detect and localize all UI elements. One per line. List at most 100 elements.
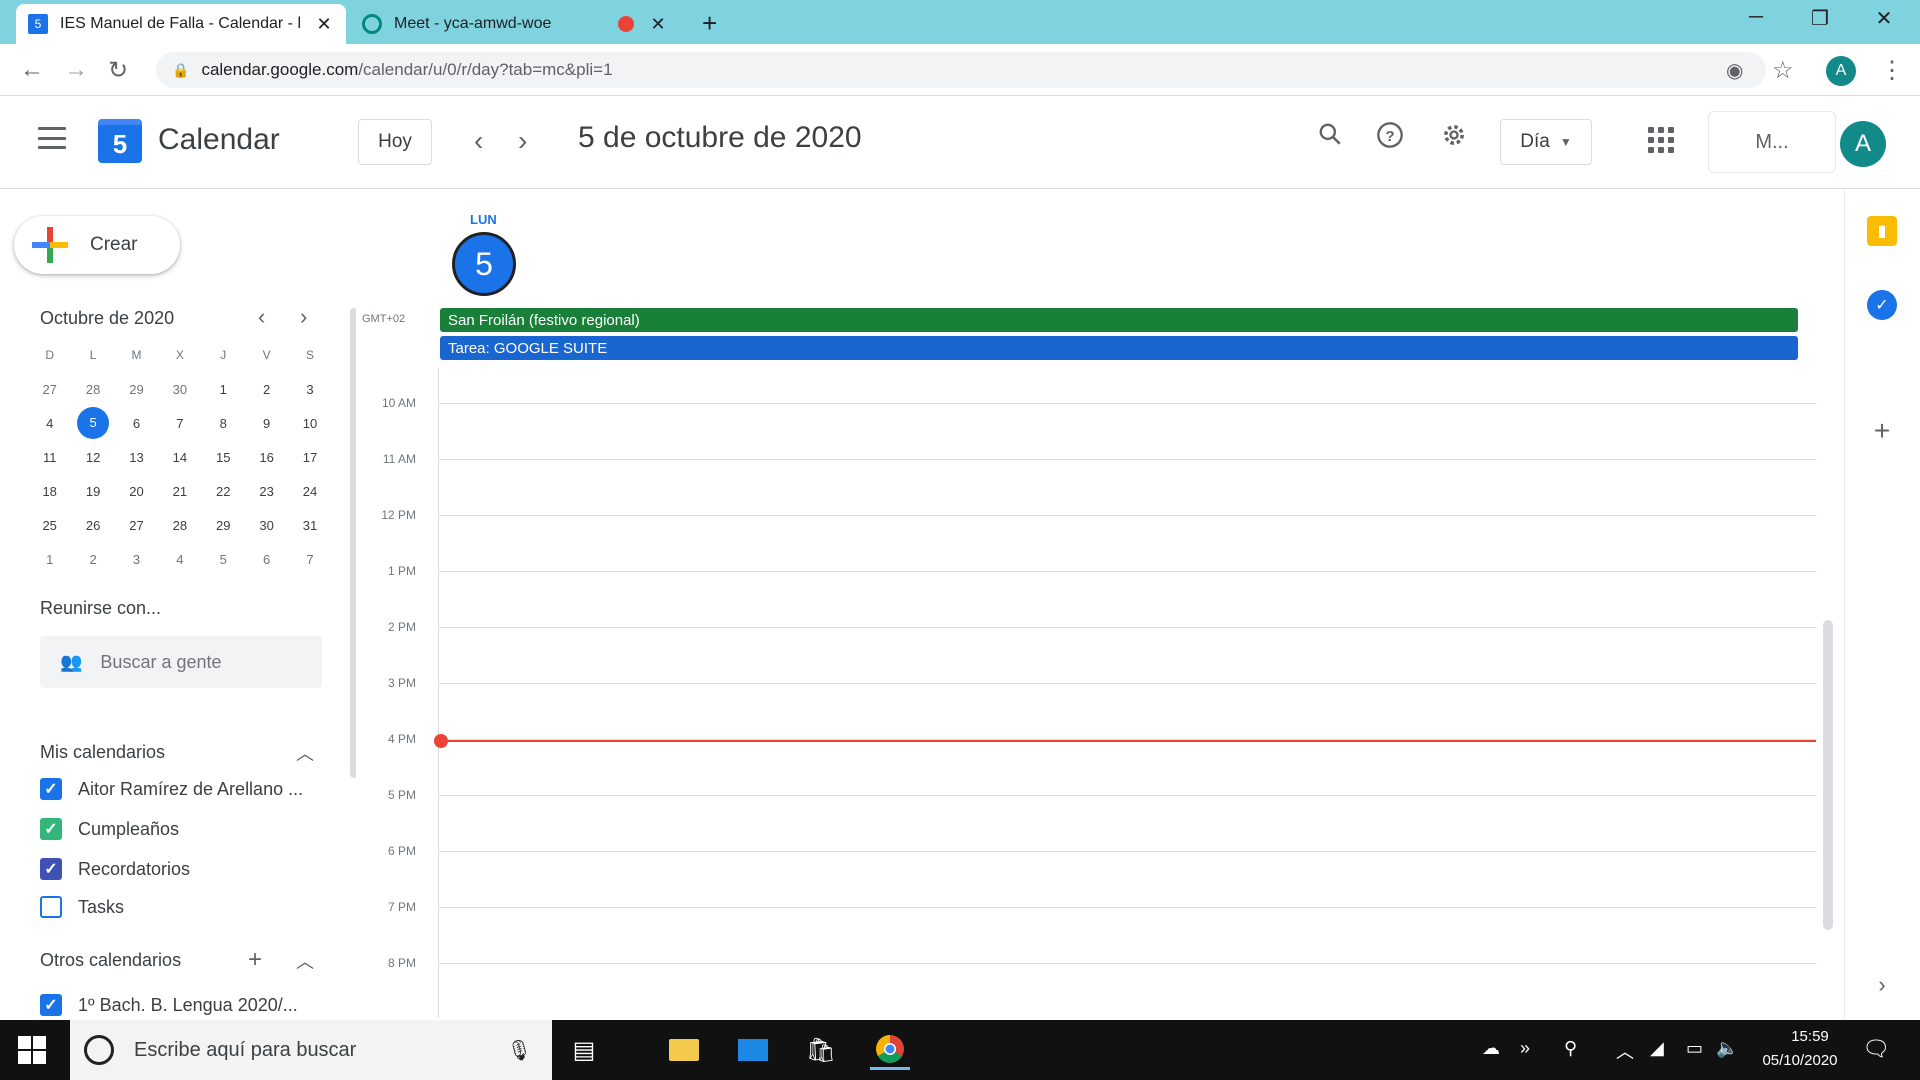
help-icon[interactable]: ? xyxy=(1370,121,1410,156)
action-center-icon[interactable]: 🗨 xyxy=(1862,1036,1890,1062)
mini-day[interactable]: 30 xyxy=(158,382,201,397)
keep-icon[interactable]: ▮ xyxy=(1867,216,1897,246)
mini-day[interactable]: 26 xyxy=(71,518,114,533)
calendar-item[interactable]: Tasks xyxy=(40,896,124,918)
calendar-item[interactable]: ✓ Aitor Ramírez de Arellano ... xyxy=(40,778,303,800)
mini-day[interactable]: 31 xyxy=(288,518,331,533)
sidebar-scrollbar[interactable] xyxy=(350,308,356,778)
browser-menu-icon[interactable]: ⋮ xyxy=(1880,56,1904,85)
address-bar[interactable]: 🔒 calendar.google.com /calendar/u/0/r/da… xyxy=(156,52,1766,88)
calendar-item[interactable]: ✓ Cumpleaños xyxy=(40,818,179,840)
search-icon[interactable] xyxy=(1310,121,1350,154)
mini-day[interactable]: 5 xyxy=(202,552,245,567)
today-button[interactable]: Hoy xyxy=(358,119,432,165)
calendar-item[interactable]: ✓ 1º Bach. B. Lengua 2020/... xyxy=(40,994,298,1016)
mini-day[interactable]: 27 xyxy=(115,518,158,533)
mini-day[interactable]: 11 xyxy=(28,450,71,465)
settings-gear-icon[interactable] xyxy=(1434,121,1474,156)
people-search-input[interactable]: 👥 Buscar a gente xyxy=(40,636,322,688)
mini-day[interactable]: 3 xyxy=(115,552,158,567)
file-explorer-icon[interactable] xyxy=(664,1030,704,1070)
eye-icon[interactable]: ◉ xyxy=(1726,58,1743,83)
checkbox-checked-icon[interactable]: ✓ xyxy=(40,994,62,1016)
view-selector[interactable]: Día ▼ xyxy=(1500,119,1592,165)
tab-close-icon[interactable]: ✕ xyxy=(648,14,668,35)
mini-day[interactable]: 6 xyxy=(245,552,288,567)
day-time-grid[interactable] xyxy=(438,368,1818,1018)
add-addon-icon[interactable]: + xyxy=(1867,415,1897,446)
mini-day[interactable]: 29 xyxy=(115,382,158,397)
create-button[interactable]: Crear xyxy=(14,216,180,274)
mini-day[interactable]: 4 xyxy=(158,552,201,567)
account-avatar[interactable]: A xyxy=(1840,121,1886,167)
tasks-icon[interactable]: ✓ xyxy=(1867,290,1897,320)
collapse-my-calendars-icon[interactable]: ︿ xyxy=(296,740,314,766)
mini-day[interactable]: 4 xyxy=(28,416,71,431)
minimize-icon[interactable]: ─ xyxy=(1736,6,1776,29)
people-tray-icon[interactable]: ⚲ xyxy=(1564,1038,1577,1059)
mini-day[interactable]: 3 xyxy=(288,382,331,397)
tray-expand-icon[interactable]: ︿ xyxy=(1616,1038,1634,1064)
taskbar-search-input[interactable]: Escribe aquí para buscar 🎙 xyxy=(70,1020,552,1080)
mini-day[interactable]: 7 xyxy=(158,416,201,431)
forward-icon[interactable]: → xyxy=(64,56,88,84)
store-icon[interactable]: 🛍 xyxy=(801,1030,841,1070)
google-apps-icon[interactable] xyxy=(1648,127,1674,153)
task-view-icon[interactable]: ▤ xyxy=(564,1030,604,1070)
onedrive-icon[interactable]: ☁ xyxy=(1482,1038,1500,1059)
day-view-scrollbar[interactable] xyxy=(1823,620,1833,930)
mini-day[interactable]: 2 xyxy=(71,552,114,567)
mini-day[interactable]: 17 xyxy=(288,450,331,465)
mini-day[interactable]: 14 xyxy=(158,450,201,465)
overflow-chevron-icon[interactable]: » xyxy=(1520,1038,1530,1059)
mini-day[interactable]: 16 xyxy=(245,450,288,465)
mini-day-selected[interactable]: 5 xyxy=(71,407,114,439)
mini-day[interactable]: 23 xyxy=(245,484,288,499)
volume-icon[interactable]: 🔈 xyxy=(1716,1038,1738,1059)
windows-start-icon[interactable] xyxy=(18,1036,46,1064)
microphone-icon[interactable]: 🎙 xyxy=(507,1038,532,1063)
mini-day[interactable]: 27 xyxy=(28,382,71,397)
mini-day[interactable]: 21 xyxy=(158,484,201,499)
restore-icon[interactable]: ❐ xyxy=(1800,6,1840,31)
next-day-icon[interactable]: › xyxy=(518,125,527,157)
mini-day[interactable]: 7 xyxy=(288,552,331,567)
mini-day[interactable]: 30 xyxy=(245,518,288,533)
mail-icon[interactable] xyxy=(733,1030,773,1070)
mini-day[interactable]: 2 xyxy=(245,382,288,397)
mini-day[interactable]: 25 xyxy=(28,518,71,533)
chrome-icon[interactable] xyxy=(870,1030,910,1070)
checkbox-unchecked-icon[interactable] xyxy=(40,896,62,918)
back-icon[interactable]: ← xyxy=(20,56,44,84)
battery-icon[interactable]: ▭ xyxy=(1686,1038,1703,1059)
window-close-icon[interactable]: ✕ xyxy=(1864,6,1904,31)
mini-day[interactable]: 24 xyxy=(288,484,331,499)
mini-day[interactable]: 1 xyxy=(28,552,71,567)
mini-day[interactable]: 10 xyxy=(288,416,331,431)
mini-prev-month-icon[interactable]: ‹ xyxy=(258,304,265,330)
all-day-event[interactable]: Tarea: GOOGLE SUITE xyxy=(440,336,1798,360)
mini-day[interactable]: 13 xyxy=(115,450,158,465)
tab-calendar[interactable]: 5 IES Manuel de Falla - Calendar - l ✕ xyxy=(16,4,346,44)
mini-day[interactable]: 28 xyxy=(158,518,201,533)
mini-day[interactable]: 9 xyxy=(245,416,288,431)
mini-day[interactable]: 20 xyxy=(115,484,158,499)
clock-date[interactable]: 05/10/2020 xyxy=(1750,1052,1850,1069)
side-panel-expand-icon[interactable]: › xyxy=(1867,970,1897,1000)
all-day-event[interactable]: San Froilán (festivo regional) xyxy=(440,308,1798,332)
mini-day[interactable]: 22 xyxy=(202,484,245,499)
tab-meet[interactable]: Meet - yca-amwd-woe ✕ xyxy=(350,4,680,44)
mini-next-month-icon[interactable]: › xyxy=(300,304,307,330)
add-other-calendar-icon[interactable]: + xyxy=(248,946,262,974)
mini-day[interactable]: 1 xyxy=(202,382,245,397)
bookmark-star-icon[interactable]: ☆ xyxy=(1772,56,1794,85)
checkbox-checked-icon[interactable]: ✓ xyxy=(40,778,62,800)
reload-icon[interactable]: ↻ xyxy=(108,56,128,85)
day-number[interactable]: 5 xyxy=(452,232,516,296)
mini-day[interactable]: 18 xyxy=(28,484,71,499)
tab-close-icon[interactable]: ✕ xyxy=(314,14,334,35)
mini-day[interactable]: 12 xyxy=(71,450,114,465)
mini-day[interactable]: 6 xyxy=(115,416,158,431)
clock-time[interactable]: 15:59 xyxy=(1770,1028,1850,1045)
network-icon[interactable]: ◢ xyxy=(1650,1038,1664,1059)
